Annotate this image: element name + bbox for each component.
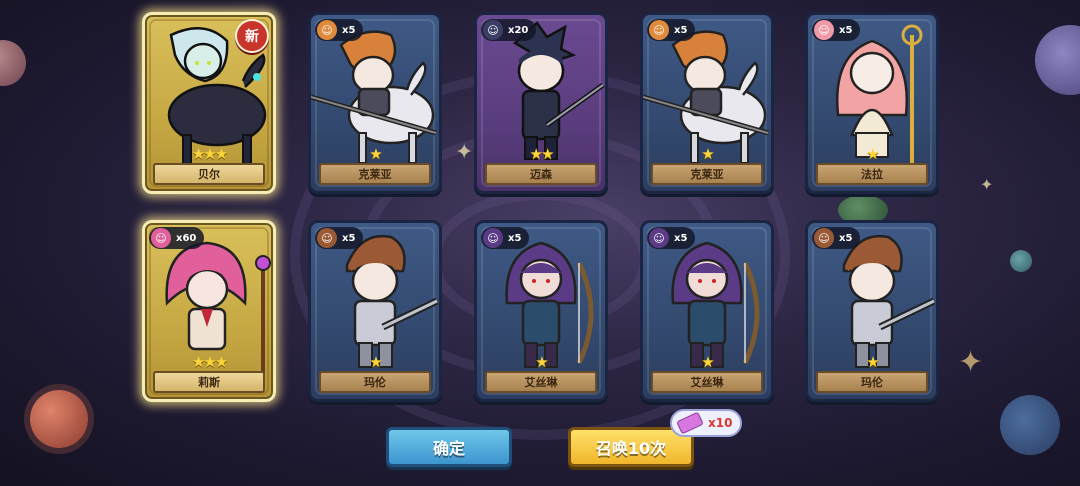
hero-mini-icon: ☺	[814, 20, 834, 40]
hero-mini-icon: ☺	[483, 228, 503, 248]
shard-count-badge: ☺ x5	[812, 227, 861, 249]
hero-card-4[interactable]: ☺ x5 ★ 克莱亚	[640, 12, 774, 194]
hero-name: 玛伦	[319, 371, 431, 393]
hero-card-8[interactable]: ☺ x5 ★ 艾丝琳	[474, 220, 608, 402]
hero-name: 艾丝琳	[485, 371, 597, 393]
summon-cost: x10	[708, 416, 733, 430]
hero-card-10[interactable]: ☺ x5 ★ 玛伦	[805, 220, 939, 402]
shard-count: x5	[839, 24, 853, 36]
star-rating: ★	[866, 145, 879, 163]
hero-card-6[interactable]: ☺ x60 ★★★ 莉斯	[142, 220, 276, 402]
star-rating: ★	[369, 145, 382, 163]
hero-mini-icon: ☺	[649, 20, 669, 40]
planet-decoration	[1000, 395, 1060, 455]
hero-name: 克莱亚	[319, 163, 431, 185]
summon-cost-bubble: x10	[670, 409, 743, 437]
hero-name: 克莱亚	[651, 163, 763, 185]
hero-card-9[interactable]: ☺ x5 ★ 艾丝琳	[640, 220, 774, 402]
hero-mini-icon: ☺	[814, 228, 834, 248]
shard-count: x5	[674, 24, 688, 36]
star-rating: ★	[866, 353, 879, 371]
hero-mini-icon: ☺	[317, 20, 337, 40]
hero-card-7[interactable]: ☺ x5 ★ 玛伦	[308, 220, 442, 402]
shard-count-badge: ☺ x5	[315, 227, 364, 249]
new-badge: 新	[235, 19, 269, 53]
shard-count: x5	[342, 232, 356, 244]
hero-name: 迈森	[485, 163, 597, 185]
hero-name: 贝尔	[153, 163, 265, 185]
shard-count-badge: ☺ x60	[149, 227, 205, 249]
hero-card-2[interactable]: ☺ x5 ★ 克莱亚	[308, 12, 442, 194]
hero-card-3[interactable]: ☺ x20 ★★ 迈森	[474, 12, 608, 194]
star-rating: ★★	[529, 145, 555, 163]
star-rating: ★	[701, 353, 714, 371]
star-decoration: ✦	[958, 345, 984, 380]
hero-name: 法拉	[816, 163, 928, 185]
planet-decoration	[1010, 250, 1032, 272]
shard-count-badge: ☺ x5	[315, 19, 364, 41]
star-rating: ★	[535, 353, 548, 371]
shard-count: x5	[839, 232, 853, 244]
star-rating: ★★★	[191, 145, 228, 163]
planet-decoration	[1035, 25, 1080, 95]
shard-count: x20	[508, 24, 529, 36]
star-rating: ★	[369, 353, 382, 371]
hero-name: 玛伦	[816, 371, 928, 393]
shard-count-badge: ☺ x5	[812, 19, 861, 41]
shard-count-badge: ☺ x20	[481, 19, 537, 41]
star-decoration: ✦	[980, 175, 994, 194]
hero-mini-icon: ☺	[151, 228, 171, 248]
star-rating: ★	[701, 145, 714, 163]
hero-name: 艾丝琳	[651, 371, 763, 393]
shard-count-badge: ☺ x5	[647, 19, 696, 41]
star-decoration: ✦	[455, 140, 474, 165]
shard-count: x5	[508, 232, 522, 244]
shard-count: x60	[176, 232, 197, 244]
ticket-icon	[676, 411, 704, 435]
hero-mini-icon: ☺	[483, 20, 503, 40]
star-rating: ★★★	[191, 353, 228, 371]
shard-count-badge: ☺ x5	[481, 227, 530, 249]
hero-mini-icon: ☺	[317, 228, 337, 248]
shard-count: x5	[674, 232, 688, 244]
shard-count-badge: ☺ x5	[647, 227, 696, 249]
planet-decoration	[30, 390, 88, 448]
planet-decoration	[0, 40, 26, 86]
hero-card-1[interactable]: 新 ★★★ 贝尔	[142, 12, 276, 194]
hero-card-5[interactable]: ☺ x5 ★ 法拉	[805, 12, 939, 194]
hero-name: 莉斯	[153, 371, 265, 393]
confirm-button[interactable]: 确定	[386, 427, 512, 467]
hero-mini-icon: ☺	[649, 228, 669, 248]
shard-count: x5	[342, 24, 356, 36]
